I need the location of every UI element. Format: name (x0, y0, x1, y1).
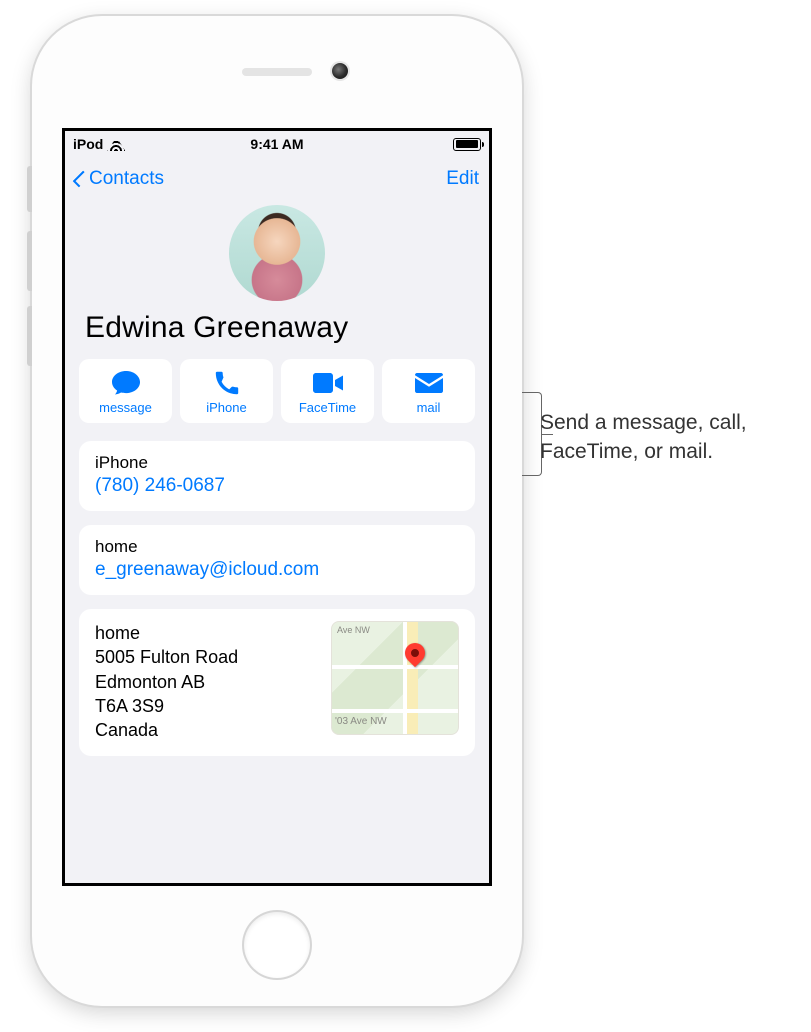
nav-bar: Contacts Edit (65, 157, 489, 201)
phone-card[interactable]: iPhone (780) 246-0687 (79, 441, 475, 511)
mail-label: mail (417, 400, 441, 415)
address-card[interactable]: home 5005 Fulton Road Edmonton AB T6A 3S… (79, 609, 475, 756)
back-label: Contacts (89, 168, 164, 190)
volume-up-button (27, 231, 32, 291)
message-icon (111, 369, 141, 397)
address-label: home (95, 621, 319, 645)
email-label: home (95, 537, 459, 557)
contact-name: Edwina Greenaway (83, 311, 471, 345)
address-line1: 5005 Fulton Road (95, 645, 319, 669)
wifi-icon (107, 137, 125, 151)
back-button[interactable]: Contacts (75, 168, 164, 190)
home-button[interactable] (244, 912, 310, 978)
phone-value: (780) 246-0687 (95, 475, 459, 497)
phone-label: iPhone (95, 453, 459, 473)
contact-header: Edwina Greenaway (65, 201, 489, 359)
map-pin-icon (401, 639, 429, 667)
email-value: e_greenaway@icloud.com (95, 559, 459, 581)
edit-button[interactable]: Edit (446, 168, 479, 190)
info-cards: iPhone (780) 246-0687 home e_greenaway@i… (65, 437, 489, 776)
speaker-grille (242, 68, 312, 76)
video-icon (313, 369, 343, 397)
action-row: message iPhone FaceTime mail (65, 359, 489, 437)
device-label: iPod (73, 136, 103, 152)
address-line4: Canada (95, 718, 319, 742)
callout-line1: Send a message, call, (540, 408, 800, 437)
facetime-label: FaceTime (299, 400, 356, 415)
status-time: 9:41 AM (65, 136, 489, 152)
map-street-top: Ave NW (337, 625, 370, 635)
battery-icon (453, 138, 481, 151)
mail-icon (415, 369, 443, 397)
status-bar: iPod 9:41 AM (65, 131, 489, 157)
mute-switch (27, 166, 32, 212)
address-line3: T6A 3S9 (95, 694, 319, 718)
phone-icon (215, 369, 239, 397)
email-card[interactable]: home e_greenaway@icloud.com (79, 525, 475, 595)
call-button[interactable]: iPhone (180, 359, 273, 423)
facetime-button[interactable]: FaceTime (281, 359, 374, 423)
map-thumbnail[interactable]: Ave NW '03 Ave NW (331, 621, 459, 735)
map-street-bottom: '03 Ave NW (335, 716, 387, 727)
call-label: iPhone (206, 400, 246, 415)
screen: iPod 9:41 AM Contacts Edit Edwina Greena… (62, 128, 492, 886)
address-text: home 5005 Fulton Road Edmonton AB T6A 3S… (95, 621, 319, 742)
address-line2: Edmonton AB (95, 670, 319, 694)
front-camera (332, 63, 348, 79)
message-button[interactable]: message (79, 359, 172, 423)
volume-down-button (27, 306, 32, 366)
callout-line2: FaceTime, or mail. (540, 437, 800, 466)
chevron-left-icon (73, 171, 90, 188)
callout-text: Send a message, call, FaceTime, or mail. (540, 408, 800, 467)
contact-avatar[interactable] (229, 205, 325, 301)
device-frame: iPod 9:41 AM Contacts Edit Edwina Greena… (32, 16, 522, 1006)
message-label: message (99, 400, 152, 415)
mail-button[interactable]: mail (382, 359, 475, 423)
callout-bracket (522, 392, 542, 476)
